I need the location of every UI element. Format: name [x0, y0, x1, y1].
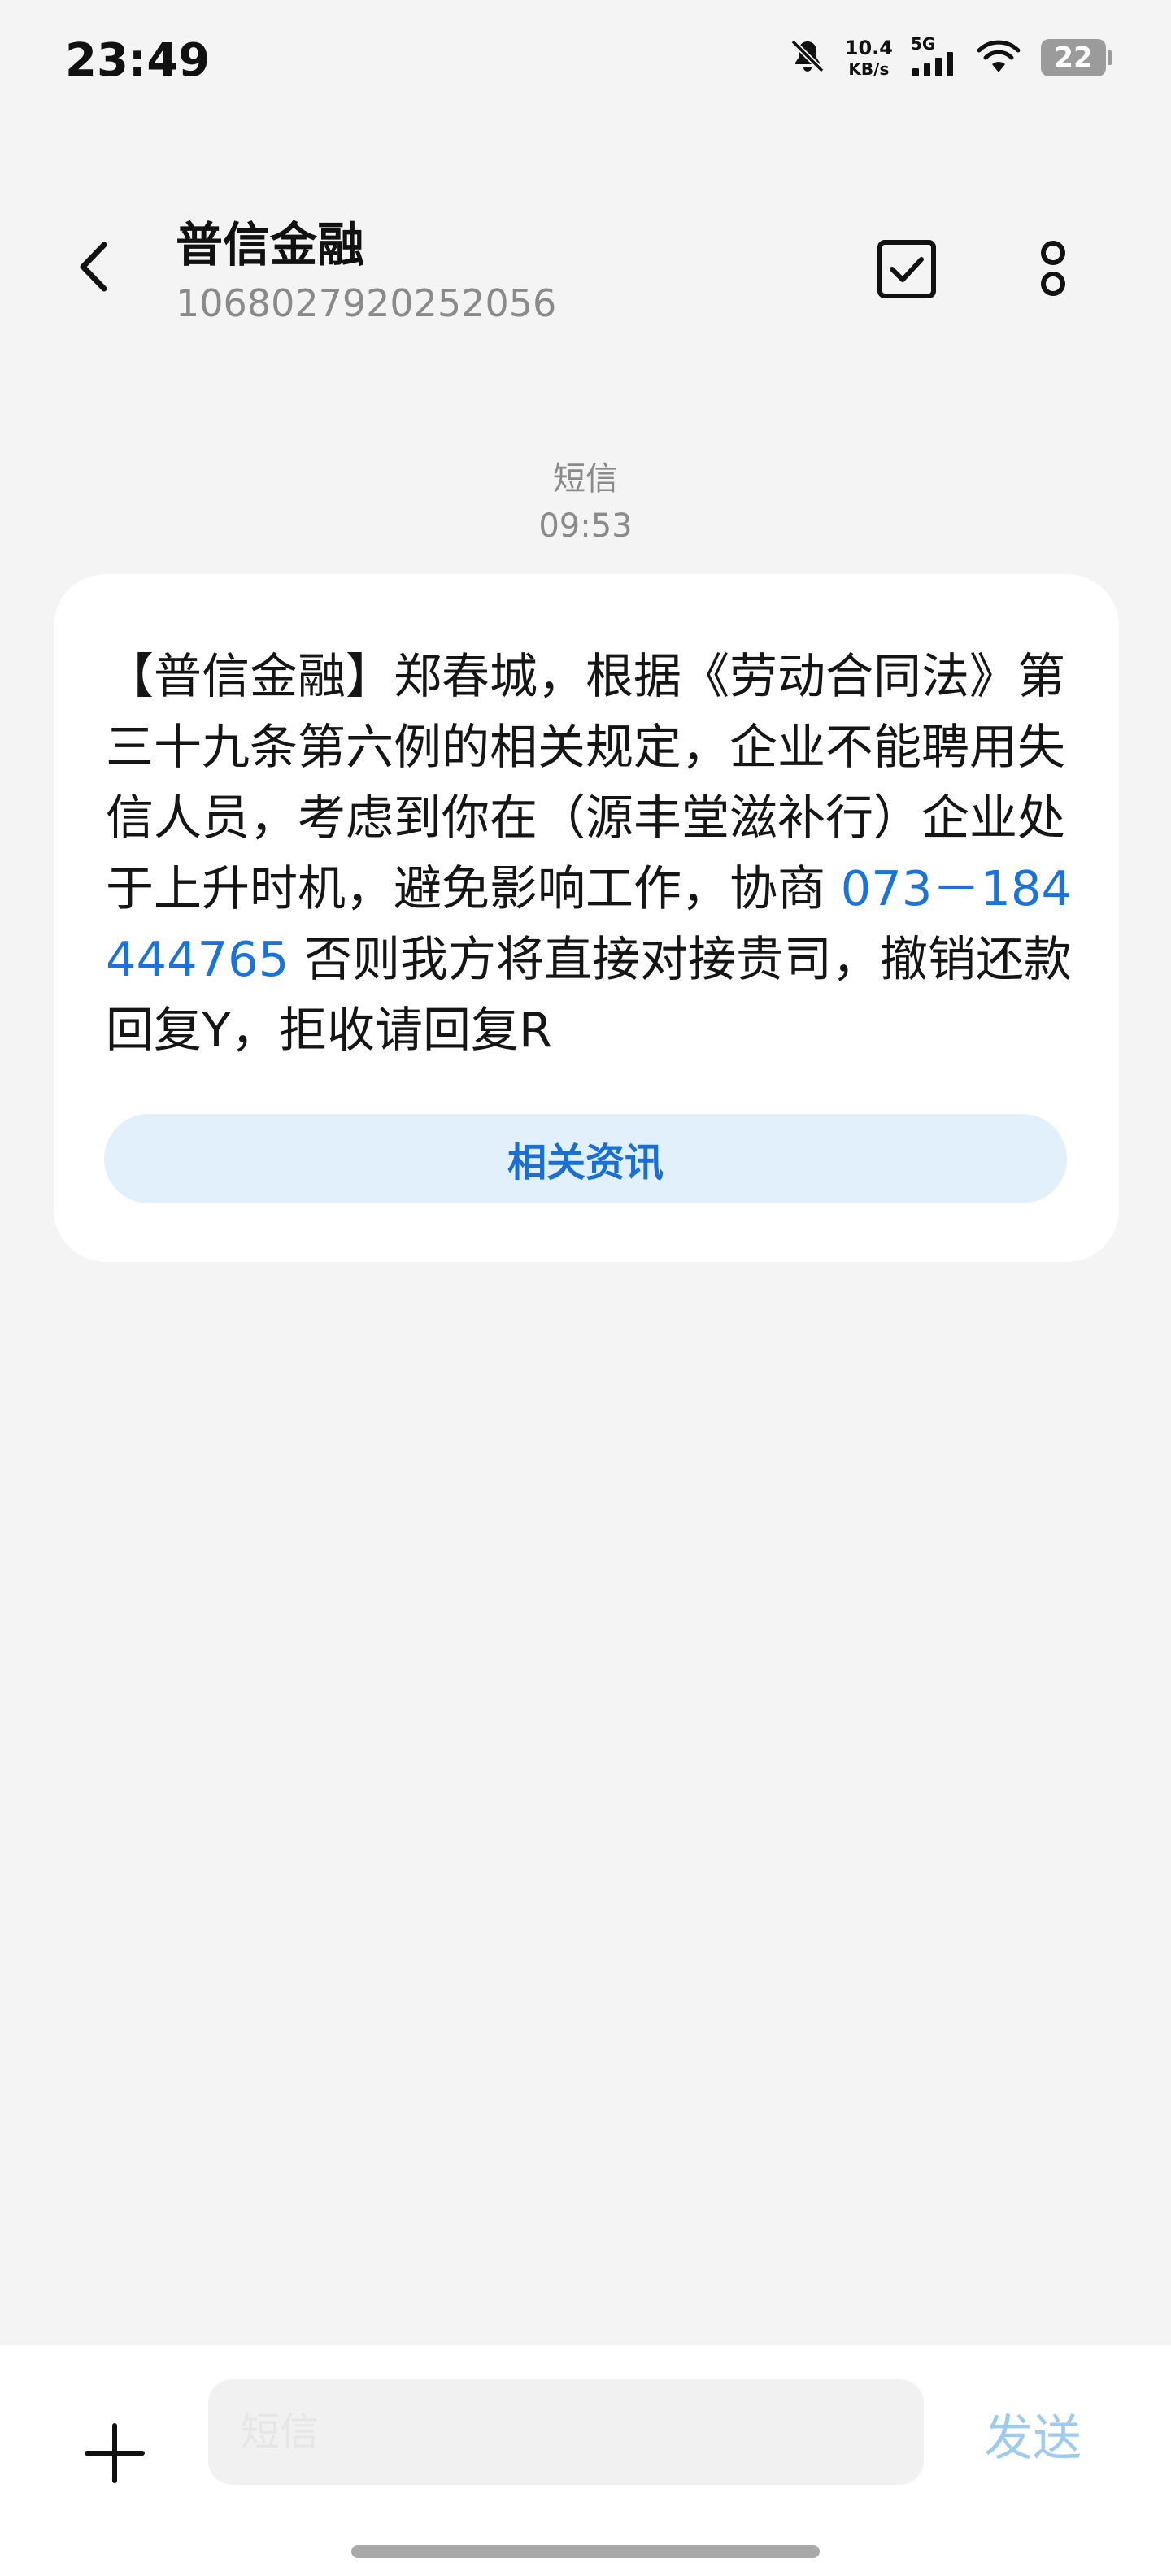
status-bar: 23:49 10.4 KB/s 5G 22 [0, 0, 1171, 130]
wifi-icon [974, 37, 1023, 79]
message-text: 【普信金融】郑春城，根据《劳动合同法》第三十九条第六例的相关规定，企业不能聘用失… [106, 641, 1098, 1065]
signal-5g: 5G [911, 36, 956, 80]
message-input[interactable] [208, 2379, 924, 2485]
more-options-button[interactable] [1016, 234, 1090, 307]
back-button[interactable] [65, 236, 122, 301]
network-type: 5G [911, 34, 936, 54]
mute-bell-icon [788, 37, 827, 79]
more-vertical-icon [1037, 237, 1069, 305]
contact-number: 1068027920252056 [176, 281, 557, 325]
related-info-button[interactable]: 相关资讯 [104, 1114, 1067, 1203]
checkbox-select-icon [876, 238, 938, 303]
home-indicator[interactable] [351, 2545, 820, 2558]
message-meta: 短信 09:53 [0, 455, 1171, 550]
channel-label: 短信 [553, 460, 618, 498]
battery-icon: 22 [1041, 39, 1112, 76]
signal-icon [911, 52, 956, 80]
send-button[interactable]: 发送 [984, 2399, 1082, 2469]
status-icons: 10.4 KB/s 5G 22 [788, 36, 1112, 80]
message-bubble[interactable]: 【普信金融】郑春城，根据《劳动合同法》第三十九条第六例的相关规定，企业不能聘用失… [54, 574, 1119, 1262]
status-time: 23:49 [65, 34, 211, 87]
add-attachment-button[interactable] [78, 2418, 151, 2491]
message-composer: 发送 [0, 2345, 1171, 2576]
contact-name: 普信金融 [176, 217, 365, 272]
net-speed: 10.4 KB/s [845, 38, 893, 77]
conversation-header: 普信金融 1068027920252056 [0, 195, 1171, 342]
plus-icon [82, 2421, 147, 2489]
net-speed-unit: KB/s [848, 59, 890, 79]
select-messages-button[interactable] [870, 234, 943, 307]
back-arrow-icon [73, 238, 114, 298]
battery-level: 22 [1054, 41, 1093, 74]
net-speed-value: 10.4 [844, 37, 893, 59]
message-timestamp: 09:53 [538, 507, 633, 545]
